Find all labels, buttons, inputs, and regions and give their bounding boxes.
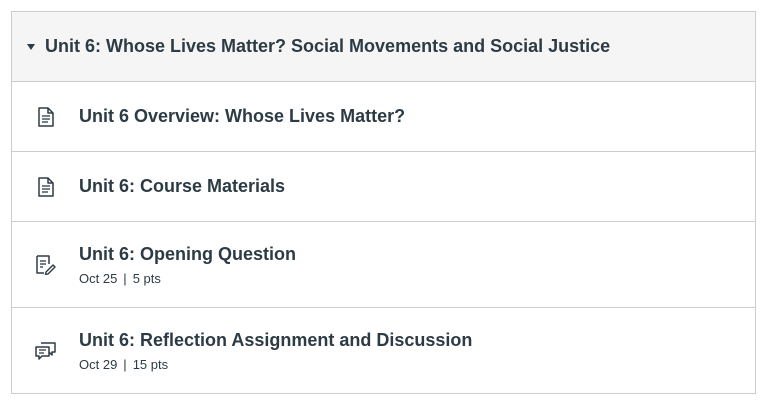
page-icon	[35, 176, 57, 198]
item-title-link[interactable]: Unit 6: Course Materials	[79, 176, 285, 197]
item-title-link[interactable]: Unit 6: Reflection Assignment and Discus…	[79, 330, 472, 351]
points-possible: 15 pts	[132, 356, 169, 372]
module-item-opening-question[interactable]: Unit 6: Opening Question Oct 25 | 5 pts	[12, 222, 755, 308]
module-header[interactable]: Unit 6: Whose Lives Matter? Social Movem…	[12, 12, 755, 82]
page-icon	[35, 106, 57, 128]
item-title-link[interactable]: Unit 6: Opening Question	[79, 244, 296, 265]
item-details: Oct 25 | 5 pts	[79, 271, 296, 286]
module-item-overview[interactable]: Unit 6 Overview: Whose Lives Matter?	[12, 82, 755, 152]
meta-separator: |	[123, 270, 127, 286]
due-date: Oct 29	[79, 356, 118, 372]
module-item-course-materials[interactable]: Unit 6: Course Materials	[12, 152, 755, 222]
module-item-reflection[interactable]: Unit 6: Reflection Assignment and Discus…	[12, 308, 755, 393]
assignment-icon	[35, 254, 57, 276]
item-title-link[interactable]: Unit 6 Overview: Whose Lives Matter?	[79, 106, 405, 127]
discussion-icon	[35, 340, 57, 362]
caret-down-icon[interactable]	[26, 43, 36, 50]
meta-separator: |	[123, 356, 127, 372]
module-container: Unit 6: Whose Lives Matter? Social Movem…	[11, 11, 756, 394]
module-title: Unit 6: Whose Lives Matter? Social Movem…	[45, 36, 611, 56]
item-details: Oct 29 | 15 pts	[79, 357, 472, 372]
points-possible: 5 pts	[132, 270, 161, 286]
due-date: Oct 25	[79, 270, 118, 286]
